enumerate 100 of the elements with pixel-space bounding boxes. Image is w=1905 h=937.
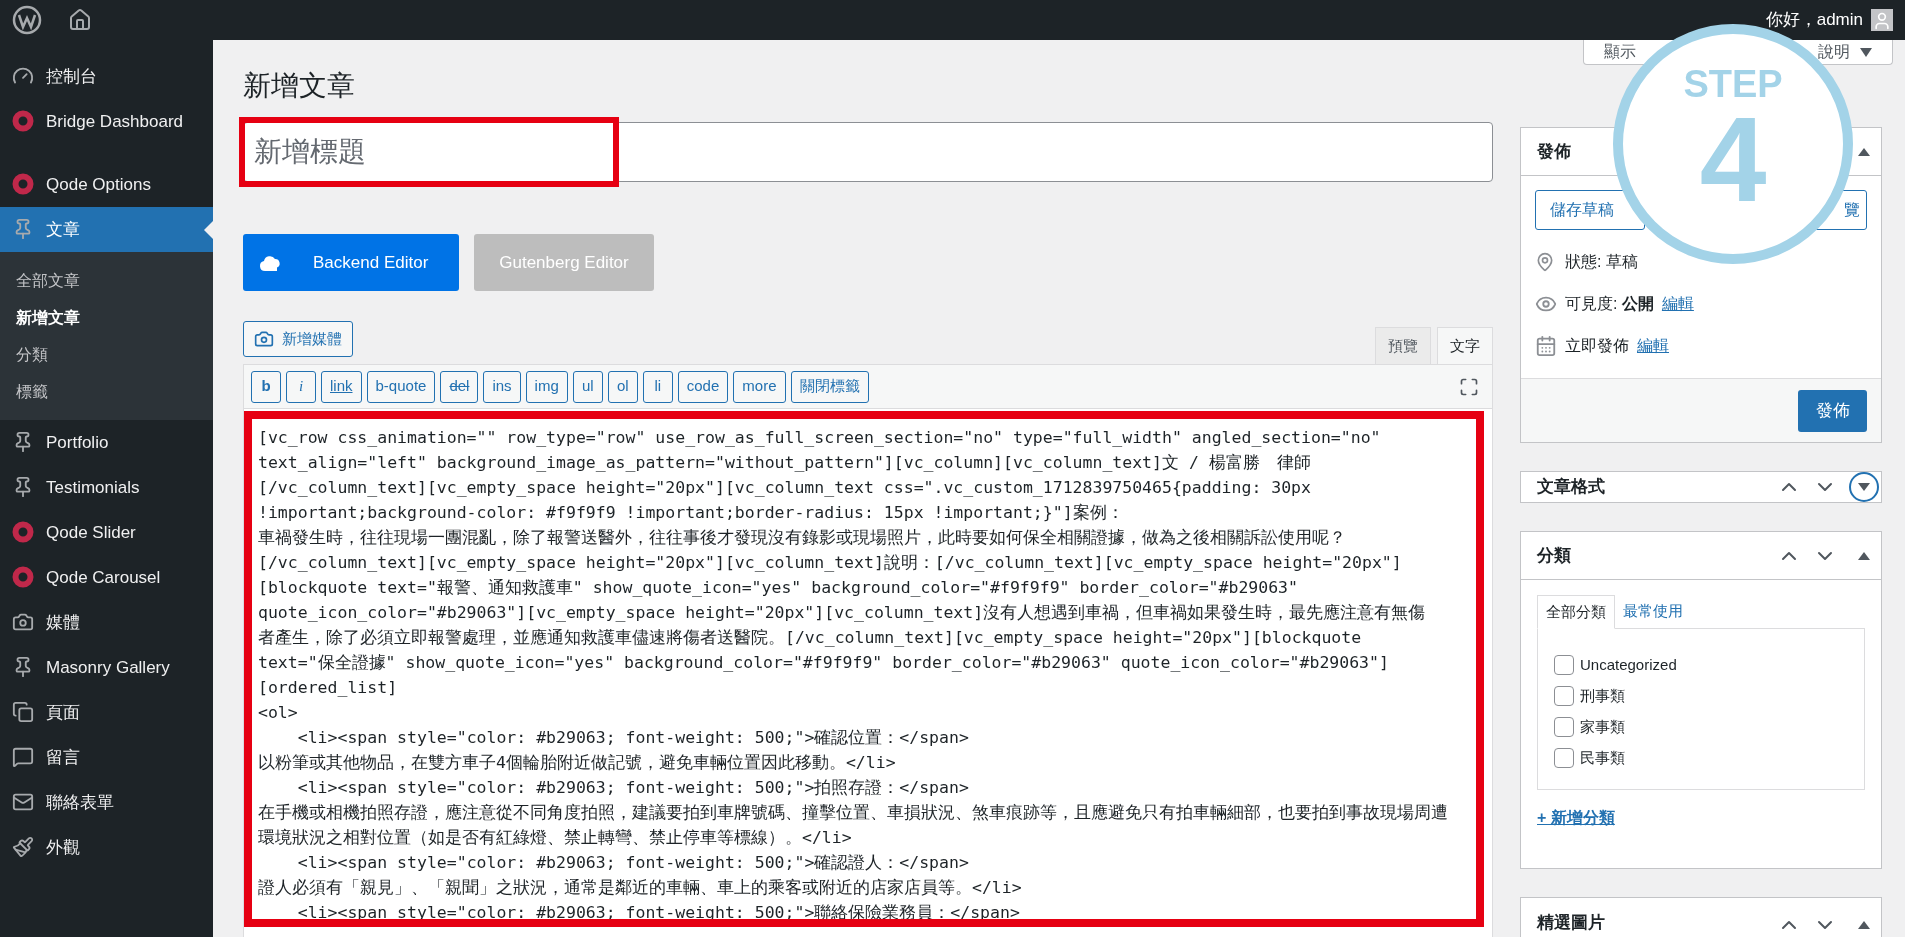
quicktag-button[interactable]: b-quote bbox=[366, 370, 436, 403]
code-line: text="保全證據" show_quote_icon="yes" background_color="#f9f9f9" border_color="#b29063" quote_icon_color="#b29063"] bbox=[258, 652, 1389, 674]
quicktag-button[interactable]: more bbox=[733, 370, 786, 403]
menu-item[interactable]: Bridge Dashboard bbox=[0, 99, 213, 162]
quicktag-button[interactable]: link bbox=[321, 370, 362, 403]
code-line: <li><span style="color: #b29063; font-weight: 500;">確認證人：</span> bbox=[296, 852, 969, 874]
code-line: 以粉筆或其他物品，在雙方車子4個輪胎附近做記號，避免車輛位置因此移動。</li> bbox=[258, 752, 896, 774]
schedule-text: 立即發佈 bbox=[1565, 336, 1629, 356]
checkbox[interactable] bbox=[1554, 748, 1574, 768]
ring-icon bbox=[12, 566, 34, 588]
category-label: 家事類 bbox=[1580, 716, 1625, 737]
menu-item[interactable]: 聯絡表單 bbox=[0, 780, 213, 825]
menu-item[interactable]: 控制台 bbox=[0, 54, 213, 99]
submenu-item[interactable]: 全部文章 bbox=[0, 262, 213, 299]
checkbox[interactable] bbox=[1554, 717, 1574, 737]
code-line: 環境狀況之相對位置（如是否有紅綠燈、禁止轉彎、禁止停車等標線）。</li> bbox=[258, 827, 852, 849]
quicktag-button[interactable]: ul bbox=[572, 370, 603, 403]
submenu-item[interactable]: 分類 bbox=[0, 336, 213, 373]
caret-icon bbox=[1860, 47, 1872, 57]
status-text: 狀態: 草稿 bbox=[1565, 252, 1638, 272]
title-field[interactable]: 新增標題 bbox=[243, 122, 1493, 182]
category-label: 民事類 bbox=[1580, 747, 1625, 768]
menu-item[interactable]: 外觀 bbox=[0, 825, 213, 870]
step-number: 4 bbox=[1699, 104, 1767, 214]
edit-link[interactable]: 編輯 bbox=[1661, 292, 1694, 316]
code-line: [blockquote text="報警、通知救護車" show_quote_icon="yes" background_color="#f9f9f9" border_color="#b29063" bbox=[258, 577, 1298, 599]
editor-tab[interactable]: 預覽 bbox=[1375, 327, 1431, 364]
add-media-button[interactable]: 新增媒體 bbox=[243, 321, 353, 357]
code-line: [/vc_column_text][vc_empty_space height="20px"][vc_column_text]說明：[/vc_column_text][vc_empty_space height="20px"] bbox=[258, 552, 1402, 574]
panel-title: 精選圖片 bbox=[1537, 912, 1605, 934]
editor-switch-button[interactable]: Backend Editor bbox=[243, 234, 459, 291]
code-line: [ordered_list] bbox=[258, 677, 398, 699]
quicktag-button[interactable]: del bbox=[440, 370, 479, 403]
category-tab[interactable]: 全部分類 bbox=[1537, 595, 1615, 629]
quicktag-button[interactable]: i bbox=[286, 370, 316, 403]
edit-link[interactable]: 編輯 bbox=[1637, 334, 1669, 358]
quicktag-button[interactable]: ol bbox=[607, 370, 638, 403]
code-line: <li><span style="color: #b29063; font-weight: 500;">拍照存證：</span> bbox=[296, 777, 969, 799]
editor-tab[interactable]: 文字 bbox=[1437, 327, 1493, 364]
menu-item[interactable]: 媒體 bbox=[0, 600, 213, 645]
tab-label: 說明 bbox=[1818, 42, 1850, 62]
menu-item[interactable]: Testimonials bbox=[0, 465, 213, 510]
code-line: [/vc_column_text][vc_empty_space height="20px"][vc_column_text css=".vc_custom_1712839750465{padding: 30px bbox=[258, 477, 1311, 499]
paintbrush-icon bbox=[12, 836, 34, 858]
quicktag-button[interactable]: li bbox=[642, 370, 673, 403]
cloud-icon bbox=[259, 253, 283, 272]
checkbox[interactable] bbox=[1554, 686, 1574, 706]
panel-title: 文章格式 bbox=[1537, 476, 1605, 499]
toggle-icon[interactable] bbox=[1849, 472, 1879, 502]
menu-item[interactable]: Masonry Gallery bbox=[0, 645, 213, 690]
category-label: 刑事類 bbox=[1580, 685, 1625, 706]
step-label: STEP bbox=[1683, 64, 1783, 104]
visibility-text: 可見度: 公開 bbox=[1565, 294, 1654, 314]
code-line: text_align="left" background_image_as_pattern="without_pattern"][vc_column][vc_column_text]文 / 楊富勝 律師 bbox=[258, 452, 1311, 474]
fullscreen-icon[interactable] bbox=[1459, 376, 1479, 397]
ring-icon bbox=[12, 521, 34, 543]
pin-icon bbox=[1535, 252, 1555, 272]
camera-icon bbox=[12, 611, 34, 633]
code-line: <ol> bbox=[258, 702, 298, 724]
panel-title: 發佈 bbox=[1537, 140, 1571, 163]
camera-icon bbox=[254, 329, 274, 349]
quicktag-button[interactable]: img bbox=[525, 370, 568, 403]
quicktag-button[interactable]: ins bbox=[483, 370, 521, 403]
menu-item[interactable]: 留言 bbox=[0, 735, 213, 780]
category-tab[interactable]: 最常使用 bbox=[1615, 594, 1691, 628]
ring-icon bbox=[12, 173, 34, 195]
publish-button[interactable]: 發佈 bbox=[1798, 389, 1867, 432]
panel-title: 分類 bbox=[1537, 544, 1571, 567]
code-line: 證人必須有「親見」、「親聞」之狀況，通常是鄰近的車輛、車上的乘客或附近的店家店員等。</li> bbox=[258, 877, 1022, 899]
menu-item[interactable]: 頁面 bbox=[0, 690, 213, 735]
menu-item[interactable]: Qode Slider bbox=[0, 510, 213, 555]
code-line: 在手機或相機拍照存證，應注意從不同角度拍照，建議要拍到車牌號碼、撞擊位置、車損狀況、煞車痕跡等，且應避免只有拍車輛細部，也要拍到事故現場周遭 bbox=[258, 802, 1448, 824]
code-line: quote_icon_color="#b29063"][vc_empty_space height="20px"][vc_column_text]沒有人想遇到車禍，但車禍如果發生時，最先應注意有無傷 bbox=[258, 602, 1426, 624]
quicktag-button[interactable]: code bbox=[677, 370, 729, 403]
menu-item[interactable]: 文章 bbox=[0, 207, 213, 252]
tab-label: 顯示 bbox=[1604, 42, 1636, 62]
calendar-icon bbox=[1535, 335, 1557, 357]
submenu-item[interactable]: 新增文章 bbox=[0, 299, 213, 336]
code-line: <li><span style="color: #b29063; font-weight: 500;">確認位置：</span> bbox=[296, 727, 969, 749]
menu-item[interactable]: Qode Carousel bbox=[0, 555, 213, 600]
speech-bubble-icon bbox=[12, 746, 34, 768]
checkbox[interactable] bbox=[1554, 655, 1574, 675]
pages-icon bbox=[12, 701, 34, 723]
page-title: 新增文章 bbox=[243, 69, 356, 103]
menu-item[interactable]: Portfolio bbox=[0, 420, 213, 465]
toggle-icon[interactable] bbox=[1857, 146, 1871, 157]
code-line: 者產生，除了必須立即報警處理，並應通知救護車儘速將傷者送醫院。[/vc_column_text][vc_empty_space height="20px"][blockquote bbox=[258, 627, 1362, 649]
submenu-item[interactable]: 標籤 bbox=[0, 373, 213, 410]
active-menu-pointer bbox=[204, 221, 213, 239]
menu-item[interactable]: Qode Options bbox=[0, 162, 213, 207]
logo-icon[interactable] bbox=[12, 5, 42, 35]
code-line: !important;background-color: #f9f9f9 !important;border-radius: 15px !important;}"]案例： bbox=[258, 502, 1124, 524]
add-category-link[interactable]: + 新增分類 bbox=[1537, 806, 1615, 830]
home-icon[interactable] bbox=[68, 8, 92, 32]
ring-icon bbox=[12, 110, 34, 132]
category-label: Uncategorized bbox=[1580, 654, 1677, 675]
quicktag-button[interactable]: b bbox=[251, 370, 281, 403]
code-line: [vc_row css_animation="" row_type="row" use_row_as_full_screen_section="no" type="full_width" angled_section="no" bbox=[258, 427, 1381, 449]
envelope-icon bbox=[12, 791, 34, 813]
quicktag-button[interactable]: 關閉標籤 bbox=[790, 370, 869, 403]
